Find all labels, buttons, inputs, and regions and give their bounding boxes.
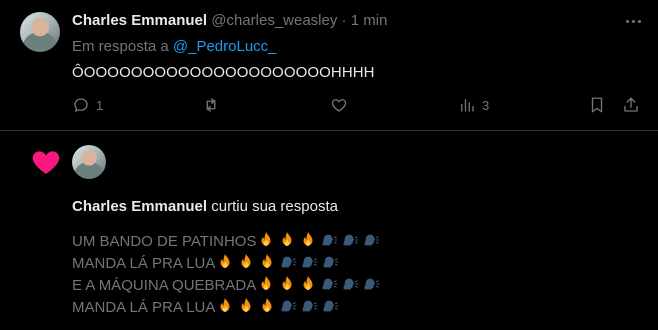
speaking-head-icon — [365, 234, 380, 246]
fire-icon — [282, 275, 292, 290]
quote-line-text: MANDA LÁ PRA LUA — [72, 299, 216, 316]
fire-icon — [262, 253, 272, 268]
author-name[interactable]: Charles Emmanuel — [72, 12, 207, 29]
more-icon[interactable] — [622, 10, 644, 32]
actor-name[interactable]: Charles Emmanuel — [72, 198, 207, 215]
fire-icon — [303, 231, 313, 246]
reply-button[interactable]: 1 — [72, 96, 103, 114]
liked-tweet-text: UM BANDO DE PATINHOS MANDA LÁ PRA LUA E … — [72, 231, 382, 319]
author-handle[interactable]: @charles_weasley — [211, 12, 337, 29]
speaking-head-icon — [364, 278, 380, 290]
fire-icon — [241, 253, 251, 268]
emoji-row — [256, 275, 382, 294]
speaking-head-icon — [322, 278, 338, 290]
share-icon — [624, 97, 638, 112]
bookmark-button[interactable] — [588, 96, 606, 114]
speaking-head-icon — [323, 256, 339, 268]
fire-icon — [220, 297, 230, 312]
avatar[interactable] — [72, 145, 106, 179]
views-button[interactable]: 3 — [458, 96, 489, 114]
speaking-head-icon — [323, 234, 338, 246]
quote-line: MANDA LÁ PRA LUA — [72, 253, 382, 275]
reply-prefix: Em resposta a — [72, 38, 173, 55]
timestamp[interactable]: 1 min — [351, 12, 388, 29]
reply-mention-link[interactable]: @_PedroLucc_ — [173, 38, 277, 55]
speaking-head-icon — [302, 256, 318, 268]
share-button[interactable] — [622, 96, 640, 114]
quote-line: UM BANDO DE PATINHOS — [72, 231, 382, 253]
tweet-actions: 1 3 — [72, 96, 650, 116]
speaking-head-icon — [343, 278, 359, 290]
like-button[interactable] — [330, 96, 348, 114]
retweet-button[interactable] — [202, 96, 220, 114]
tweet-header: Charles Emmanuel @charles_weasley · 1 mi… — [72, 12, 387, 29]
heart-icon — [32, 151, 60, 174]
quote-line: MANDA LÁ PRA LUA — [72, 297, 382, 319]
quote-line-text: UM BANDO DE PATINHOS — [72, 233, 257, 250]
notification-text: Charles Emmanuel curtiu sua resposta — [72, 198, 338, 215]
retweet-icon — [206, 98, 216, 112]
speaking-head-icon — [344, 234, 359, 246]
quote-line-text: E A MÁQUINA QUEBRADA — [72, 277, 257, 294]
emoji-row — [215, 253, 341, 272]
speaking-head-icon — [281, 256, 297, 268]
fire-icon — [262, 297, 272, 312]
like-icon — [331, 99, 347, 112]
views-count: 3 — [482, 97, 490, 113]
fire-icon — [303, 275, 313, 290]
emoji-row — [256, 231, 382, 250]
reply-icon — [74, 98, 88, 112]
quote-line: E A MÁQUINA QUEBRADA — [72, 275, 382, 297]
bookmark-icon — [591, 97, 603, 113]
notification-action: curtiu sua resposta — [207, 198, 338, 215]
speaking-head-icon — [323, 300, 339, 312]
fire-icon — [241, 297, 251, 312]
emoji-row — [215, 297, 341, 316]
speaking-head-icon — [281, 300, 297, 312]
speaking-head-icon — [302, 300, 318, 312]
tweet-card[interactable]: Charles Emmanuel @charles_weasley · 1 mi… — [0, 0, 658, 131]
like-notification[interactable]: Charles Emmanuel curtiu sua resposta UM … — [0, 131, 658, 330]
avatar[interactable] — [20, 12, 60, 52]
fire-icon — [261, 231, 271, 246]
fire-icon — [261, 275, 271, 290]
views-icon — [461, 99, 474, 112]
fire-icon — [220, 253, 230, 268]
tweet-text: ÔOOOOOOOOOOOOOOOOOOOOOHHHH — [72, 64, 375, 81]
reply-count: 1 — [96, 97, 104, 113]
reply-context: Em resposta a @_PedroLucc_ — [72, 38, 277, 55]
quote-line-text: MANDA LÁ PRA LUA — [72, 255, 216, 272]
separator-dot: · — [341, 12, 347, 29]
fire-icon — [282, 231, 292, 246]
